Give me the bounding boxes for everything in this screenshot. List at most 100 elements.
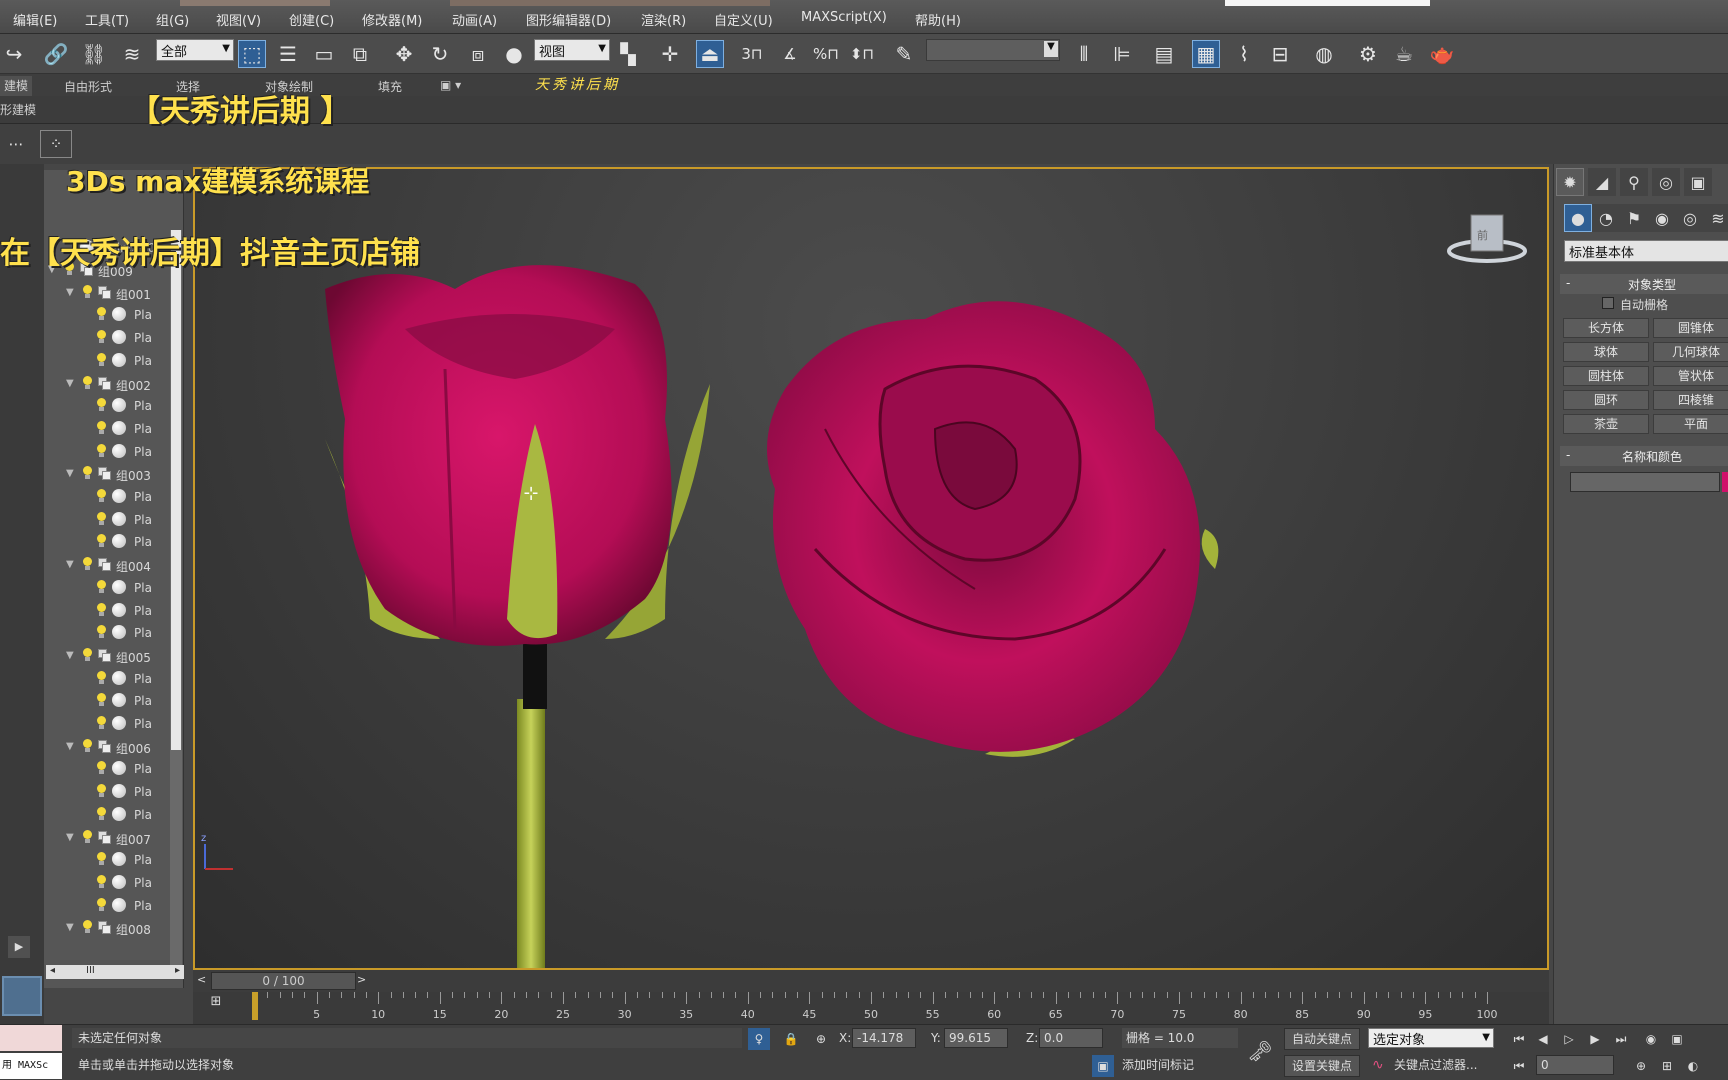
name-color-rollout[interactable]: - 名称和颜色 [1560, 446, 1728, 466]
visibility-bulb-icon[interactable] [96, 489, 106, 503]
sphere-button[interactable]: 球体 [1563, 342, 1649, 362]
current-frame-marker[interactable] [252, 992, 258, 1020]
visibility-bulb-icon[interactable] [96, 330, 106, 344]
scale-icon[interactable]: ⧈ [464, 40, 492, 68]
expand-triangle-icon[interactable]: ▼ [66, 922, 74, 933]
set-key-button[interactable]: 设置关键点 [1284, 1055, 1360, 1077]
geosphere-button[interactable]: 几何球体 [1653, 342, 1728, 362]
explorer-scrollbar[interactable] [170, 230, 182, 970]
tree-object-row[interactable]: Pla [44, 510, 174, 532]
named-selection-dropdown[interactable]: ▼ [926, 39, 1060, 61]
move-icon[interactable]: ✥ [390, 40, 418, 68]
visibility-bulb-icon[interactable] [82, 284, 92, 299]
torus-button[interactable]: 圆环 [1563, 390, 1649, 410]
layer-manager-icon[interactable]: ▤ [1150, 40, 1178, 68]
tree-object-row[interactable]: Pla [44, 782, 174, 804]
align-icon[interactable]: ⊫ [1108, 40, 1136, 68]
time-slider-thumb[interactable]: 0 / 100 [211, 972, 356, 990]
menu-rendering[interactable]: 渲染(R) [641, 10, 686, 29]
visibility-bulb-icon[interactable] [96, 420, 106, 435]
explorer-hscrollbar[interactable]: ◂ III ▸ [46, 965, 184, 979]
window-crossing-icon[interactable]: ⧉ [346, 40, 374, 68]
tree-object-row[interactable]: Pla [44, 442, 174, 464]
spacewarps-icon[interactable]: ≋ [1704, 204, 1728, 232]
play-side-icon[interactable]: ▶ [8, 936, 30, 958]
perspective-viewport[interactable]: ⊹ z 前 [193, 167, 1549, 970]
key-mode-toggle-icon[interactable]: ◉ [1640, 1028, 1662, 1050]
expand-triangle-icon[interactable]: ▼ [66, 378, 74, 389]
menu-animation[interactable]: 动画(A) [452, 10, 497, 29]
key-filters-button[interactable]: 关键点过滤器... [1394, 1055, 1494, 1075]
maxscript-listener-mini[interactable] [0, 1025, 62, 1051]
next-frame-icon[interactable]: > [357, 973, 366, 986]
timeline-track[interactable]: 0510152025303540455055606570758085909510… [193, 992, 1549, 1024]
autogrid-checkbox[interactable] [1602, 297, 1614, 309]
redo-icon[interactable]: ↪ [0, 40, 28, 68]
key-step-icon[interactable]: ⏮ [1508, 1055, 1530, 1077]
tree-object-row[interactable]: Pla [44, 850, 174, 872]
visibility-bulb-icon[interactable] [96, 670, 106, 685]
visibility-bulb-icon[interactable] [96, 897, 106, 912]
visibility-bulb-icon[interactable] [96, 693, 106, 707]
visibility-bulb-icon[interactable] [96, 761, 106, 775]
tree-object-row[interactable]: Pla [44, 305, 174, 327]
field-of-view-icon[interactable]: ◐ [1682, 1055, 1704, 1077]
visibility-bulb-icon[interactable] [96, 784, 106, 798]
tube-button[interactable]: 管状体 [1653, 366, 1728, 386]
object-category-dropdown[interactable]: 标准基本体 [1564, 240, 1728, 262]
visibility-bulb-icon[interactable] [82, 375, 92, 390]
box-button[interactable]: 长方体 [1563, 318, 1649, 338]
render-icon[interactable]: 🫖 [1428, 40, 1456, 68]
hierarchy-tab-icon[interactable]: ⚲ [1620, 168, 1648, 196]
tree-object-row[interactable]: Pla [44, 759, 174, 781]
visibility-bulb-icon[interactable] [82, 466, 92, 480]
material-editor-icon[interactable]: ◍ [1310, 40, 1338, 68]
visibility-bulb-icon[interactable] [96, 806, 106, 821]
modify-tab-icon[interactable]: ◢ [1588, 168, 1616, 196]
y-coordinate-field[interactable]: 99.615 [944, 1028, 1008, 1048]
viewport-layout-icon[interactable] [2, 976, 42, 1016]
menu-group[interactable]: 组(G) [156, 10, 189, 29]
cone-button[interactable]: 圆锥体 [1653, 318, 1728, 338]
visibility-bulb-icon[interactable] [96, 443, 106, 458]
visibility-bulb-icon[interactable] [82, 647, 92, 662]
visibility-bulb-icon[interactable] [96, 511, 106, 526]
ref-coord-dropdown[interactable]: 视图 ▼ [534, 39, 610, 61]
tree-group-row[interactable]: ▼ 组006 [44, 737, 174, 759]
tree-group-row[interactable]: ▼ 组002 [44, 374, 174, 396]
isolate-selection-icon[interactable]: ♀ [748, 1028, 770, 1050]
object-name-field[interactable] [1570, 472, 1720, 492]
teapot-button[interactable]: 茶壶 [1563, 414, 1649, 434]
helpers-icon[interactable]: ◎ [1676, 204, 1704, 232]
bind-spacewarp-icon[interactable]: ≋ [118, 40, 146, 68]
visibility-bulb-icon[interactable] [96, 602, 106, 617]
key-mode-dropdown[interactable]: 选定对象 ▼ [1368, 1028, 1494, 1048]
time-config-icon[interactable]: ▣ [1666, 1028, 1688, 1050]
motion-tab-icon[interactable]: ◎ [1652, 168, 1680, 196]
tree-group-row[interactable]: ▼ 组004 [44, 555, 174, 577]
tree-object-row[interactable]: Pla [44, 532, 174, 554]
tree-object-row[interactable]: Pla [44, 601, 174, 623]
tree-object-row[interactable]: Pla [44, 896, 174, 918]
maxscript-input[interactable]: 用 MAXSc [0, 1053, 62, 1079]
visibility-bulb-icon[interactable] [96, 579, 106, 594]
spinner-snap-icon[interactable]: ⬍⊓ [848, 40, 876, 68]
tree-object-row[interactable]: Pla [44, 351, 174, 373]
expand-triangle-icon[interactable]: ▼ [66, 832, 74, 843]
z-coordinate-field[interactable]: 0.0 [1039, 1028, 1103, 1048]
select-object-icon[interactable]: ⬚ [238, 40, 266, 68]
visibility-bulb-icon[interactable] [96, 852, 106, 866]
percent-snap-icon[interactable]: %⊓ [812, 40, 840, 68]
menu-modifiers[interactable]: 修改器(M) [362, 10, 422, 29]
tree-object-row[interactable]: Pla [44, 328, 174, 350]
tree-group-row[interactable]: ▼ 组008 [44, 918, 174, 940]
zoom-icon[interactable]: ⊕ [1630, 1055, 1652, 1077]
go-to-start-icon[interactable]: ⏮ [1508, 1028, 1530, 1050]
visibility-bulb-icon[interactable] [82, 920, 92, 934]
render-frame-icon[interactable]: ☕ [1390, 40, 1418, 68]
cylinder-button[interactable]: 圆柱体 [1563, 366, 1649, 386]
menu-help[interactable]: 帮助(H) [915, 10, 961, 29]
unlink-icon[interactable]: ⛓ [80, 40, 108, 68]
time-slider[interactable]: < 0 / 100 > [193, 970, 1549, 992]
selection-lock-icon[interactable]: 🔒 [780, 1028, 802, 1050]
